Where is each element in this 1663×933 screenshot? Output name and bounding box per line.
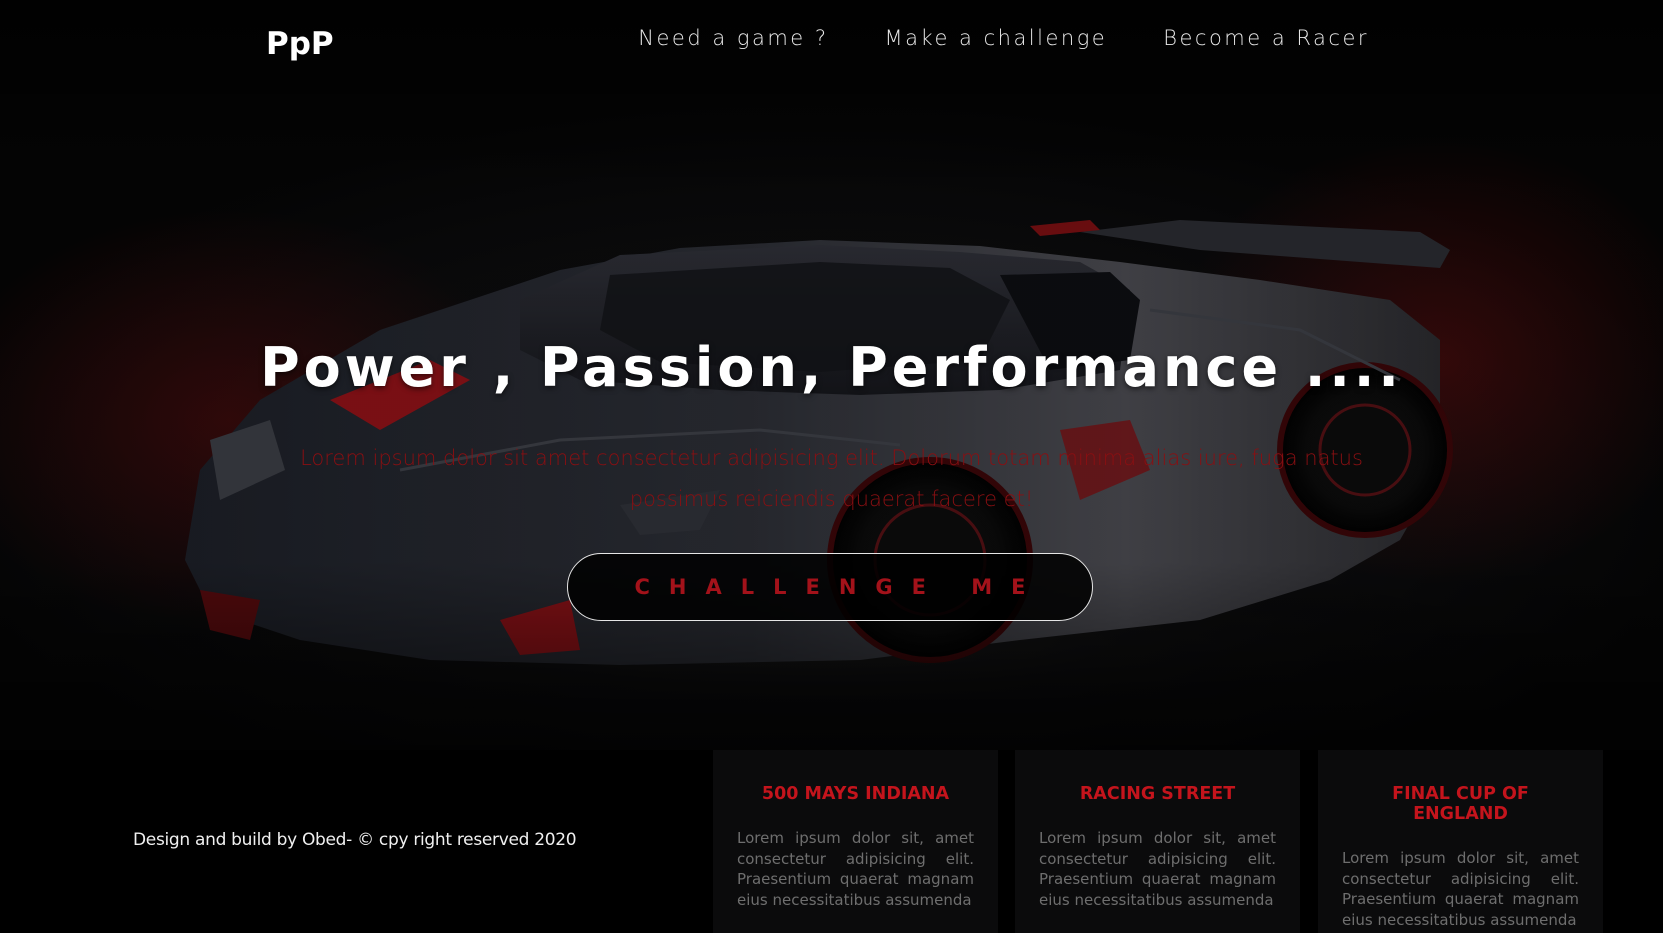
brand-logo[interactable]: PpP xyxy=(266,26,334,62)
footer: Design and build by Obed- © cpy right re… xyxy=(0,750,1663,933)
event-card-body: Lorem ipsum dolor sit, amet consectetur … xyxy=(1342,849,1579,929)
event-card-title: 500 MAYS INDIANA xyxy=(761,784,950,804)
nav-item-make-a-challenge[interactable]: Make a challenge xyxy=(885,26,1108,50)
footer-credit: Design and build by Obed- © cpy right re… xyxy=(133,830,577,850)
event-card-body: Lorem ipsum dolor sit, amet consectetur … xyxy=(1039,829,1276,909)
event-card-body: Lorem ipsum dolor sit, amet consectetur … xyxy=(737,829,974,909)
nav-item-need-a-game[interactable]: Need a game ? xyxy=(638,26,828,50)
hero-headline: Power , Passion, Performance .... xyxy=(260,336,1403,399)
event-card[interactable]: RACING STREET Lorem ipsum dolor sit, ame… xyxy=(1015,750,1300,933)
landing-page: PpP Need a game ? Make a challenge Becom… xyxy=(0,0,1663,933)
event-card-title: FINAL CUP OF ENGLAND xyxy=(1392,784,1529,824)
hero-subtext: Lorem ipsum dolor sit amet consectetur a… xyxy=(300,446,1363,511)
event-card-title: RACING STREET xyxy=(1079,784,1236,804)
event-card[interactable]: FINAL CUP OF ENGLAND Lorem ipsum dolor s… xyxy=(1318,750,1603,933)
challenge-me-button[interactable]: CHALLENGE ME xyxy=(567,553,1093,621)
event-card[interactable]: 500 MAYS INDIANA Lorem ipsum dolor sit, … xyxy=(713,750,998,933)
main-nav: Need a game ? Make a challenge Become a … xyxy=(638,26,1369,50)
nav-item-become-a-racer[interactable]: Become a Racer xyxy=(1163,26,1369,50)
